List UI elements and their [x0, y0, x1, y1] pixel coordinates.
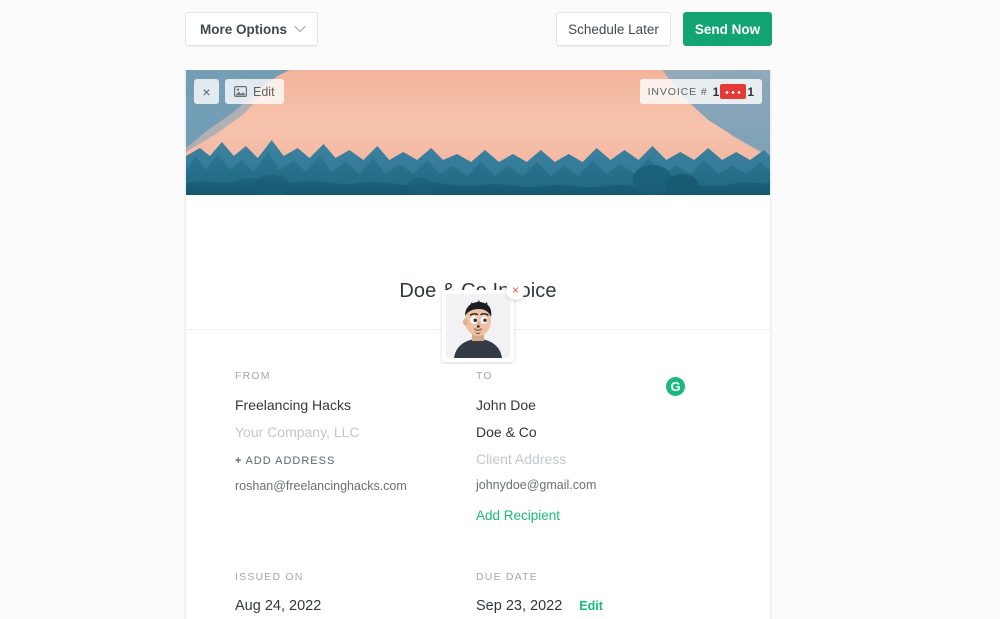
due-date-label: DUE DATE — [476, 571, 538, 583]
from-block: FROM Freelancing Hacks Your Company, LLC… — [235, 370, 476, 525]
invoice-number-label: INVOICE # — [647, 85, 708, 98]
from-email[interactable]: roshan@freelancinghacks.com — [235, 479, 476, 493]
action-toolbar: More Options Schedule Later Send Now — [0, 0, 1000, 57]
to-address-placeholder[interactable]: Client Address — [476, 451, 717, 467]
cover-banner[interactable]: × Edit INVOICE # 1 1 — [186, 70, 770, 195]
parties-row: FROM Freelancing Hacks Your Company, LLC… — [235, 370, 721, 525]
due-date-row: Sep 23, 2022 Edit — [476, 598, 717, 614]
issued-on-label: ISSUED ON — [235, 571, 304, 583]
remove-cover-button[interactable]: × — [194, 79, 219, 104]
redaction-box — [720, 84, 747, 99]
add-address-label: ADD ADDRESS — [245, 455, 336, 467]
edit-cover-button[interactable]: Edit — [225, 79, 284, 104]
close-icon: × — [202, 83, 211, 100]
more-options-button[interactable]: More Options — [185, 12, 318, 46]
plus-icon: + — [235, 455, 243, 467]
schedule-later-button[interactable]: Schedule Later — [556, 12, 671, 46]
close-icon: × — [511, 283, 519, 297]
from-name[interactable]: Freelancing Hacks — [235, 397, 476, 413]
dates-row: ISSUED ON Aug 24, 2022 DUE DATE Sep 23, … — [235, 571, 721, 614]
send-now-label: Send Now — [694, 21, 761, 37]
invoice-number-prefix: 1 — [712, 84, 720, 99]
invoice-card: × Edit INVOICE # 1 1 × Doe G FROM Freela… — [185, 70, 771, 619]
to-company[interactable]: Doe & Co — [476, 424, 717, 440]
more-options-label: More Options — [200, 21, 287, 37]
edit-due-date-button[interactable]: Edit — [579, 599, 603, 613]
chevron-down-icon — [294, 20, 306, 33]
from-label: FROM — [235, 370, 271, 382]
banner-controls: × Edit — [194, 79, 284, 104]
invoice-number-value: 1 1 — [713, 84, 754, 99]
add-address-button[interactable]: + ADD ADDRESS — [235, 455, 335, 467]
to-name[interactable]: John Doe — [476, 397, 717, 413]
issued-on-value[interactable]: Aug 24, 2022 — [235, 598, 476, 614]
invoice-number-suffix: 1 — [747, 84, 754, 99]
due-date-value[interactable]: Sep 23, 2022 — [476, 598, 562, 614]
image-icon — [234, 86, 247, 97]
edit-cover-label: Edit — [253, 84, 275, 99]
avatar-illustration — [446, 294, 510, 358]
remove-avatar-button[interactable]: × — [506, 281, 525, 300]
app-root: More Options Schedule Later Send Now × E… — [0, 0, 1000, 619]
due-date-block: DUE DATE Sep 23, 2022 Edit — [476, 571, 717, 614]
grammarly-icon[interactable]: G — [666, 377, 685, 396]
schedule-later-label: Schedule Later — [568, 21, 659, 37]
issued-on-block: ISSUED ON Aug 24, 2022 — [235, 571, 476, 614]
add-recipient-button[interactable]: Add Recipient — [476, 508, 560, 523]
from-company-placeholder[interactable]: Your Company, LLC — [235, 424, 476, 440]
avatar[interactable] — [442, 290, 514, 362]
to-email[interactable]: johnydoe@gmail.com — [476, 478, 717, 492]
document-header: × Doe & Co Invoice G — [186, 195, 770, 396]
logo-uploader: × — [442, 281, 525, 362]
invoice-details: FROM Freelancing Hacks Your Company, LLC… — [186, 330, 770, 614]
send-now-button[interactable]: Send Now — [683, 12, 772, 46]
invoice-number-field[interactable]: INVOICE # 1 1 — [639, 79, 762, 104]
